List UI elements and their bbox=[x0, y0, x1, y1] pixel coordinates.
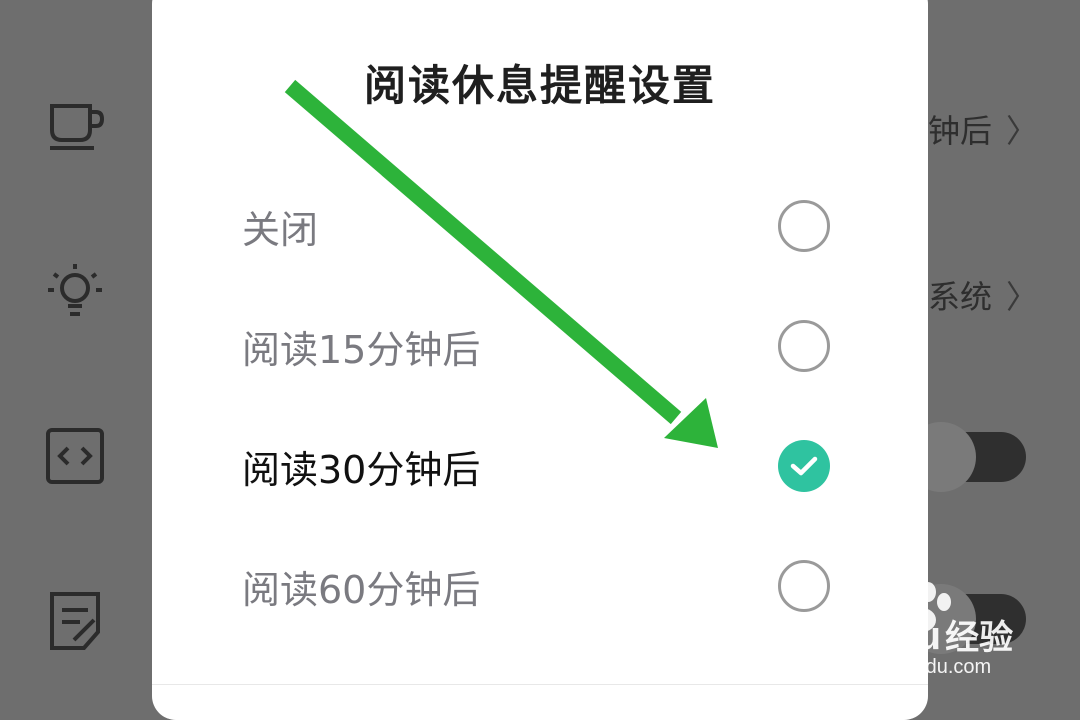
option-30-min[interactable]: 阅读30分钟后 bbox=[152, 416, 928, 516]
radio-button[interactable] bbox=[778, 560, 830, 612]
bg-setting-value-2: 系统〉 bbox=[928, 272, 1038, 318]
option-label: 阅读60分钟后 bbox=[242, 567, 481, 612]
bg-setting-value-1: 钟后〉 bbox=[928, 106, 1038, 152]
chevron-right-icon: 〉 bbox=[1006, 278, 1039, 316]
option-60-min[interactable]: 阅读60分钟后 bbox=[152, 536, 928, 636]
option-15-min[interactable]: 阅读15分钟后 bbox=[152, 296, 928, 396]
reading-reminder-dialog: 阅读休息提醒设置 关闭 阅读15分钟后 阅读30分钟后 阅读60分钟后 bbox=[152, 0, 928, 720]
edit-note-icon bbox=[44, 590, 106, 652]
option-off[interactable]: 关闭 bbox=[152, 176, 928, 276]
dialog-divider bbox=[152, 684, 928, 685]
watermark-url: jingyan.baidu.com bbox=[830, 656, 992, 678]
radio-button[interactable] bbox=[778, 200, 830, 252]
checkmark-icon bbox=[790, 456, 818, 476]
watermark-brand-tail: du bbox=[892, 614, 942, 658]
dialog-title: 阅读休息提醒设置 bbox=[363, 61, 716, 110]
option-label: 阅读15分钟后 bbox=[242, 327, 481, 372]
watermark-brand: Bai bbox=[830, 614, 893, 658]
light-bulb-icon bbox=[44, 260, 106, 322]
watermark-brand-cn: 经验 bbox=[945, 619, 1014, 657]
coffee-cup-icon bbox=[44, 96, 106, 158]
option-label: 阅读30分钟后 bbox=[242, 447, 481, 492]
baidu-jingyan-watermark: Baidu 经验 jingyan.baidu.com bbox=[830, 580, 1070, 690]
radio-button-checked[interactable] bbox=[778, 440, 830, 492]
code-brackets-icon bbox=[44, 426, 106, 488]
option-label: 关闭 bbox=[242, 207, 319, 252]
chevron-right-icon: 〉 bbox=[1006, 112, 1039, 150]
radio-button[interactable] bbox=[778, 320, 830, 372]
